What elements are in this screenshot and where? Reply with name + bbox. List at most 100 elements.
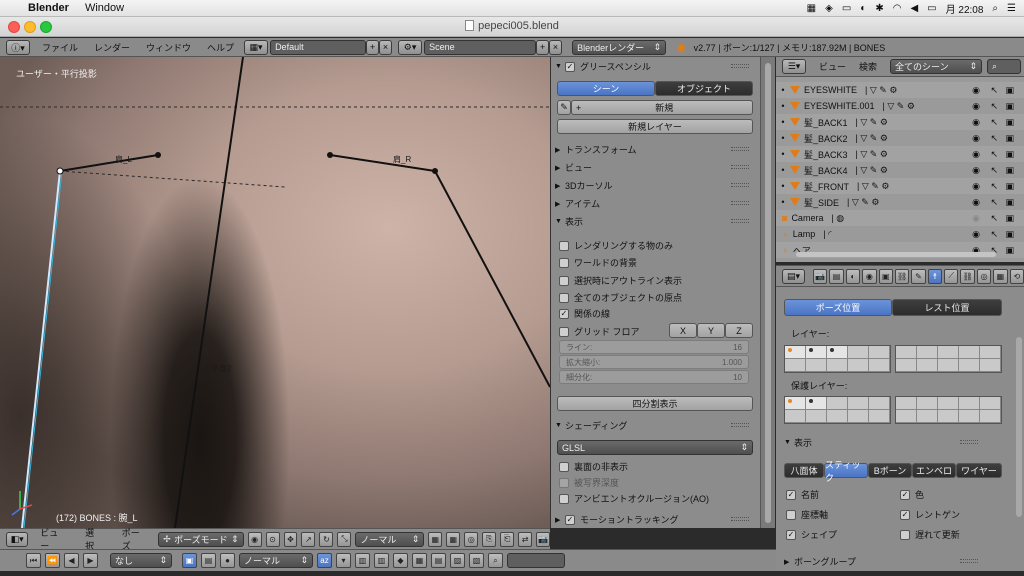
select-arrow-icon[interactable]: ↖ (990, 133, 998, 144)
menu-file[interactable]: ファイル (42, 41, 78, 54)
drag-handle-icon[interactable] (731, 183, 749, 187)
display-envelope[interactable]: エンベロ (912, 463, 956, 478)
bluetooth-icon[interactable]: ✱ (875, 3, 883, 14)
battery-icon[interactable]: ▭ (927, 3, 936, 14)
world-background-option[interactable]: ワールドの背景 (559, 256, 637, 269)
material-tab-icon[interactable]: ◎ (976, 268, 992, 284)
drag-handle-icon[interactable] (731, 219, 749, 223)
outliner-item[interactable]: • 髪_BACK3 | ▽ ✎ ⚙ ◉ ↖ ▣ (776, 146, 1024, 162)
bone-shoulder-r[interactable] (329, 154, 436, 172)
bone-joint-selected[interactable] (56, 167, 64, 175)
render-camera-icon[interactable]: ▣ (1005, 133, 1014, 144)
outliner-item[interactable]: ◙ Camera | ◍ ◉ ↖ ▣ (776, 210, 1024, 226)
select-arrow-icon[interactable]: ↖ (990, 117, 998, 128)
editor-type-3d-icon[interactable]: ◧▾ (6, 531, 29, 547)
auto-keying-icon[interactable]: ● (220, 553, 235, 568)
select-arrow-icon[interactable]: ↖ (990, 149, 998, 160)
window-menu[interactable]: Window (85, 2, 124, 14)
volume-icon[interactable]: ◀ (910, 3, 918, 14)
rotate-icon[interactable]: ↻ (319, 531, 334, 547)
display-panel-header[interactable]: ▼ 表示 (784, 435, 982, 450)
remove-layout-icon[interactable]: × (379, 39, 393, 55)
keyframe-only-icon[interactable]: ◆ (393, 553, 408, 568)
select-arrow-icon[interactable]: ↖ (990, 197, 998, 208)
lock-layers-icon[interactable]: ▦ (446, 531, 461, 547)
pose-position-tab[interactable]: ポーズ位置 (784, 299, 892, 316)
bone-tab-icon[interactable]: ⟋ (944, 268, 959, 284)
checkbox[interactable] (559, 275, 569, 286)
scale-icon[interactable]: ⤡ (337, 531, 352, 547)
physics-tab-icon[interactable]: ⟲ (1009, 268, 1024, 284)
gp-object-tab[interactable]: オブジェクト (655, 81, 753, 96)
select-arrow-icon[interactable]: ↖ (990, 165, 998, 176)
outliner-view-menu[interactable]: ビュー (819, 60, 846, 73)
add-layout-icon[interactable]: + (366, 39, 380, 55)
outliner-item[interactable]: • 髪_FRONT | ▽ ✎ ⚙ ◉ ↖ ▣ (776, 178, 1024, 194)
eye-icon[interactable]: ◉ (972, 181, 980, 192)
3d-viewport[interactable]: ユーザー・平行投影 肩_L 上半身2 肩_R (172) BONES : 腕_L (0, 57, 550, 528)
display-wire[interactable]: ワイヤー (956, 463, 1002, 478)
checkbox-checked[interactable]: ✓ (786, 529, 796, 540)
keyframe-type-icon[interactable]: ▤ (201, 553, 216, 568)
bone-spine[interactable] (174, 57, 244, 528)
motion-tracking-section[interactable]: ▶ ✓ モーショントラッキング (555, 512, 753, 527)
timeline-search-input[interactable] (507, 553, 565, 568)
editor-type-properties-icon[interactable]: ▤▾ (782, 268, 805, 284)
show-names-option[interactable]: ✓ 名前 (786, 488, 819, 501)
armature-data-tab-icon[interactable]: ☨ (927, 268, 943, 284)
checkbox[interactable] (559, 326, 569, 337)
mute-icon[interactable]: ▥ (355, 553, 370, 568)
outliner-hscrollbar[interactable] (776, 249, 1008, 259)
select-arrow-icon[interactable]: ↖ (990, 213, 998, 224)
drag-handle-icon[interactable] (731, 64, 749, 68)
filter-icon[interactable]: ▾ (336, 553, 351, 568)
backface-culling-option[interactable]: 裏面の非表示 (559, 460, 628, 473)
translate-icon[interactable]: ↗ (301, 531, 316, 547)
menu-window[interactable]: ウィンドウ (146, 41, 191, 54)
checkbox[interactable] (559, 461, 569, 472)
bone-shoulder-l[interactable] (59, 154, 159, 172)
checkbox[interactable] (786, 509, 796, 520)
render-layers-tab-icon[interactable]: ▤ (829, 268, 844, 284)
eye-icon[interactable]: ◉ (972, 133, 980, 144)
search-icon[interactable]: ⌕ (992, 3, 998, 14)
rest-position-tab[interactable]: レスト位置 (892, 299, 1002, 316)
wifi-icon[interactable]: ◠ (893, 3, 902, 14)
checkbox-checked[interactable]: ✓ (559, 308, 569, 319)
render-camera-icon[interactable]: ▣ (1005, 213, 1014, 224)
axis-y-toggle[interactable]: Y (697, 323, 725, 338)
armature-layers-grid-a[interactable] (784, 345, 891, 373)
eye-icon[interactable]: ◉ (972, 117, 980, 128)
scene-icon[interactable]: ⚙▾ (398, 39, 423, 55)
relationship-lines-option[interactable]: ✓ 関係の線 (559, 307, 610, 320)
render-engine-dropdown[interactable]: Blenderレンダー ⇕ (572, 39, 667, 55)
select-arrow-icon[interactable]: ↖ (990, 229, 998, 240)
eye-icon[interactable]: ◉ (972, 213, 980, 224)
drag-handle-icon[interactable] (960, 440, 978, 444)
axis-z-toggle[interactable]: Z (725, 323, 753, 338)
show-colors-option[interactable]: ✓ 色 (900, 488, 924, 501)
eye-icon[interactable]: ◉ (972, 197, 980, 208)
render-camera-icon[interactable]: ▣ (1005, 117, 1014, 128)
transform-section[interactable]: ▶ トランスフォーム (555, 142, 753, 157)
outliner-filter-dropdown[interactable]: 全てのシーン ⇕ (890, 59, 983, 74)
proportional-edit-icon[interactable]: ◎ (464, 531, 479, 547)
delay-refresh-option[interactable]: 遅れて更新 (900, 528, 960, 541)
world-tab-icon[interactable]: ◉ (862, 268, 877, 284)
bone-arm-r[interactable] (434, 170, 550, 388)
new-layer-button[interactable]: 新規レイヤー (557, 119, 753, 134)
outliner-item[interactable]: • 髪_SIDE | ▽ ✎ ⚙ ◉ ↖ ▣ (776, 194, 1024, 210)
protected-layers-grid-a[interactable] (784, 396, 891, 424)
checkbox-checked[interactable]: ✓ (786, 489, 796, 500)
modifiers-tab-icon[interactable]: ✎ (911, 268, 926, 284)
sort-alpha-icon[interactable]: az (317, 553, 332, 568)
scene-field[interactable]: Scene (424, 39, 537, 55)
manipulator-icon[interactable]: ✥ (283, 531, 298, 547)
outliner-item[interactable]: • 髪_BACK2 | ▽ ✎ ⚙ ◉ ↖ ▣ (776, 130, 1024, 146)
checkbox[interactable] (559, 292, 569, 303)
render-camera-icon[interactable]: ▣ (1005, 101, 1014, 112)
search-filter-icon[interactable]: ⌕ (488, 553, 503, 568)
render-camera-icon[interactable]: ▣ (1005, 197, 1014, 208)
grid-subdivisions-field[interactable]: 細分化: 10 (559, 370, 749, 384)
shading-section[interactable]: ▼ シェーディング (555, 418, 753, 433)
